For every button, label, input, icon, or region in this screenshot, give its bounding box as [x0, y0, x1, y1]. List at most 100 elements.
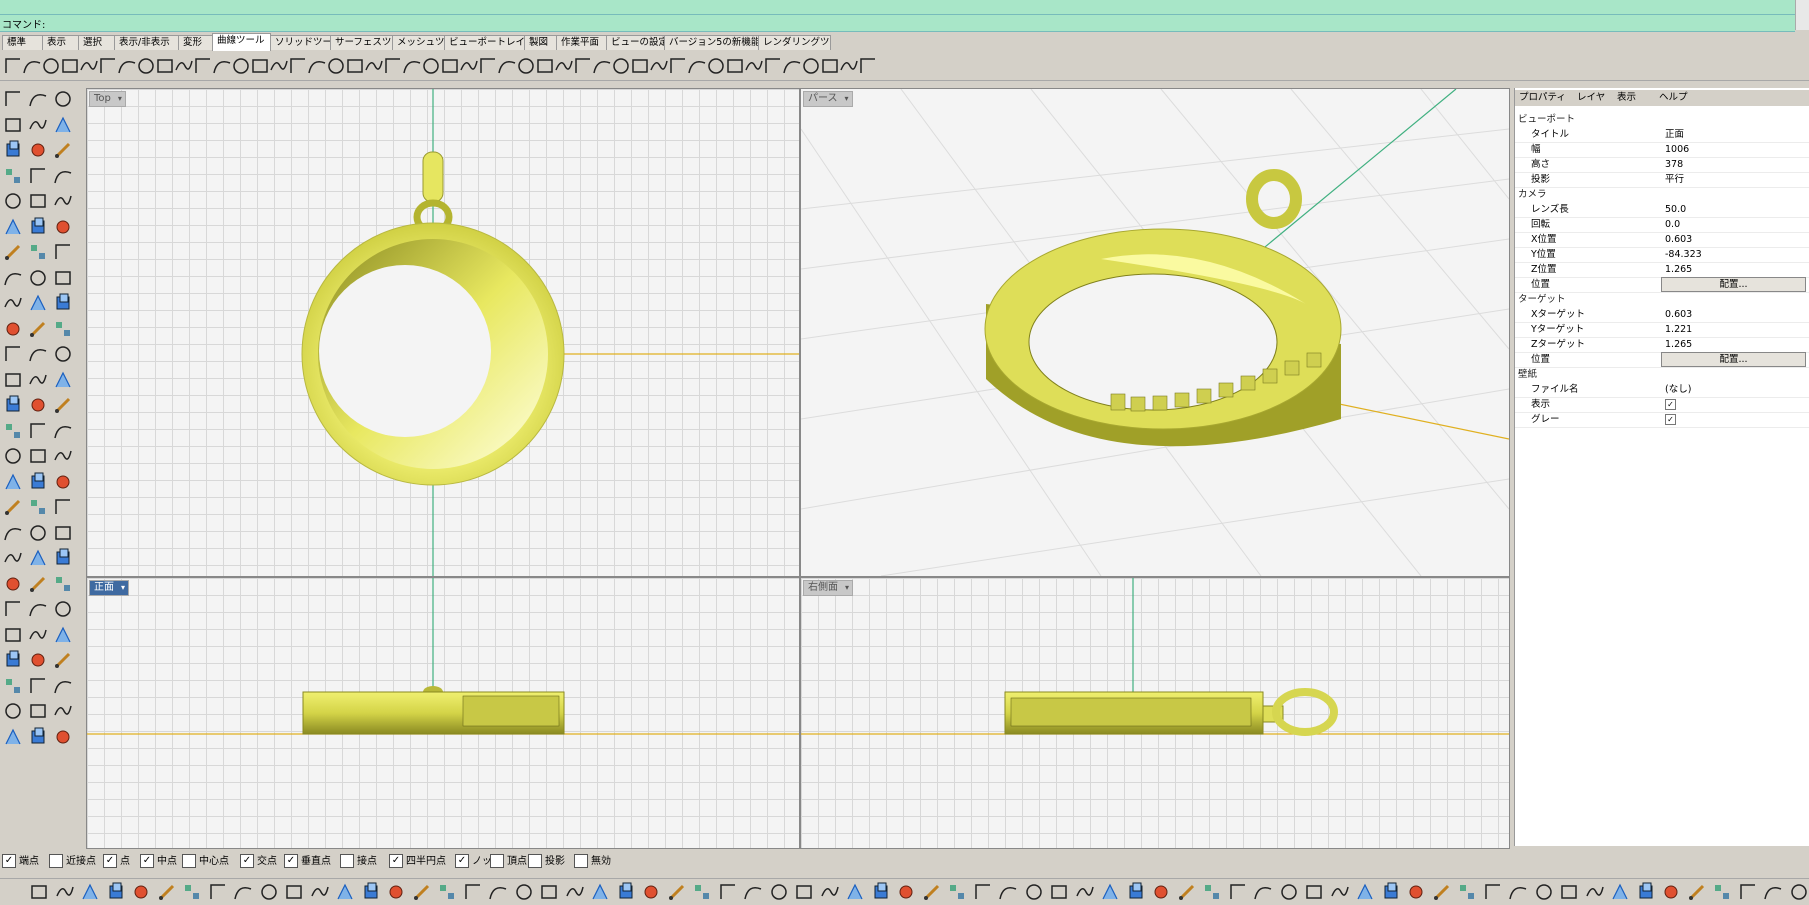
bottom-tool-40[interactable]	[1048, 881, 1070, 903]
left-tool-1-0[interactable]	[2, 114, 24, 136]
osnap-checkbox[interactable]	[574, 854, 588, 868]
left-tool-11-2[interactable]	[52, 369, 74, 391]
left-tool-10-2[interactable]	[52, 343, 74, 365]
osnap-5[interactable]: ✓交点	[240, 854, 277, 870]
bottom-tool-37[interactable]	[972, 881, 994, 903]
left-tool-3-2[interactable]	[52, 165, 74, 187]
viewport-title-top[interactable]: Top▾	[89, 91, 126, 107]
bottom-tool-35[interactable]	[921, 881, 943, 903]
left-tool-16-1[interactable]	[27, 496, 49, 518]
left-tool-0-0[interactable]	[2, 88, 24, 110]
bottom-tool-15[interactable]	[411, 881, 433, 903]
bottom-tool-49[interactable]	[1278, 881, 1300, 903]
osnap-0[interactable]: ✓端点	[2, 854, 39, 870]
tab-5[interactable]: 曲線ツール	[212, 33, 271, 51]
bottom-tool-53[interactable]	[1380, 881, 1402, 903]
bottom-tool-17[interactable]	[462, 881, 484, 903]
osnap-checkbox[interactable]	[340, 854, 354, 868]
property-value[interactable]: 50.0	[1665, 202, 1686, 217]
osnap-checkbox[interactable]: ✓	[140, 854, 154, 868]
left-tool-8-2[interactable]	[52, 292, 74, 314]
left-tool-7-2[interactable]	[52, 267, 74, 289]
left-tool-25-0[interactable]	[2, 726, 24, 748]
bottom-tool-57[interactable]	[1482, 881, 1504, 903]
bottom-tool-22[interactable]	[589, 881, 611, 903]
left-tool-6-2[interactable]	[52, 241, 74, 263]
left-tool-15-2[interactable]	[52, 471, 74, 493]
property-value[interactable]: 平行	[1665, 172, 1684, 187]
left-tool-19-2[interactable]	[52, 573, 74, 595]
tab-2[interactable]: 選択	[78, 35, 115, 50]
bottom-tool-5[interactable]	[156, 881, 178, 903]
left-tool-22-0[interactable]	[2, 649, 24, 671]
bottom-tool-28[interactable]	[742, 881, 764, 903]
property-value[interactable]: (なし)	[1665, 382, 1691, 397]
bottom-tool-48[interactable]	[1252, 881, 1274, 903]
left-tool-20-1[interactable]	[27, 598, 49, 620]
bottom-tool-46[interactable]	[1201, 881, 1223, 903]
left-tool-0-1[interactable]	[27, 88, 49, 110]
bottom-tool-47[interactable]	[1227, 881, 1249, 903]
property-value[interactable]: 1.265	[1665, 262, 1692, 277]
left-tool-11-1[interactable]	[27, 369, 49, 391]
bottom-tool-64[interactable]	[1660, 881, 1682, 903]
left-tool-1-1[interactable]	[27, 114, 49, 136]
bottom-tool-6[interactable]	[181, 881, 203, 903]
bottom-tool-7[interactable]	[207, 881, 229, 903]
bottom-tool-29[interactable]	[768, 881, 790, 903]
left-tool-9-0[interactable]	[2, 318, 24, 340]
osnap-7[interactable]: 接点	[340, 854, 377, 870]
bottom-tool-18[interactable]	[487, 881, 509, 903]
left-tool-0-2[interactable]	[52, 88, 74, 110]
property-value[interactable]: 1.221	[1665, 322, 1692, 337]
osnap-checkbox[interactable]	[528, 854, 542, 868]
property-value[interactable]: 0.603	[1665, 307, 1692, 322]
bottom-tool-25[interactable]	[666, 881, 688, 903]
left-tool-20-2[interactable]	[52, 598, 74, 620]
bottom-tool-32[interactable]	[844, 881, 866, 903]
left-tool-16-2[interactable]	[52, 496, 74, 518]
property-value[interactable]: 1.265	[1665, 337, 1692, 352]
bottom-tool-21[interactable]	[564, 881, 586, 903]
left-tool-3-1[interactable]	[27, 165, 49, 187]
left-tool-13-2[interactable]	[52, 420, 74, 442]
bottom-tool-56[interactable]	[1456, 881, 1478, 903]
left-tool-11-0[interactable]	[2, 369, 24, 391]
left-tool-18-1[interactable]	[27, 547, 49, 569]
tab-8[interactable]: メッシュツール	[392, 35, 445, 50]
viewport-title-right[interactable]: 右側面▾	[803, 580, 853, 596]
property-value[interactable]: 正面	[1665, 127, 1684, 142]
left-tool-24-1[interactable]	[27, 700, 49, 722]
osnap-checkbox[interactable]: ✓	[103, 854, 117, 868]
property-value[interactable]: 0.603	[1665, 232, 1692, 247]
tab-13[interactable]: バージョン5の新機能	[664, 35, 759, 50]
left-tool-16-0[interactable]	[2, 496, 24, 518]
left-tool-4-2[interactable]	[52, 190, 74, 212]
properties-tab-3[interactable]: ヘルプ	[1657, 90, 1690, 105]
tab-11[interactable]: 作業平面	[556, 35, 607, 50]
property-value[interactable]: 0.0	[1665, 217, 1680, 232]
left-tool-15-1[interactable]	[27, 471, 49, 493]
osnap-checkbox[interactable]	[49, 854, 63, 868]
left-tool-12-1[interactable]	[27, 394, 49, 416]
left-tool-5-2[interactable]	[52, 216, 74, 238]
bottom-tool-50[interactable]	[1303, 881, 1325, 903]
left-tool-6-1[interactable]	[27, 241, 49, 263]
bottom-tool-67[interactable]	[1737, 881, 1759, 903]
bottom-tool-33[interactable]	[870, 881, 892, 903]
left-tool-19-1[interactable]	[27, 573, 49, 595]
tab-9[interactable]: ビューポートレイアウト	[444, 35, 525, 50]
bottom-tool-4[interactable]	[130, 881, 152, 903]
bottom-tool-43[interactable]	[1125, 881, 1147, 903]
left-tool-2-2[interactable]	[52, 139, 74, 161]
bottom-tool-19[interactable]	[513, 881, 535, 903]
left-tool-10-0[interactable]	[2, 343, 24, 365]
left-tool-8-1[interactable]	[27, 292, 49, 314]
bottom-tool-31[interactable]	[819, 881, 841, 903]
left-tool-4-0[interactable]	[2, 190, 24, 212]
left-tool-6-0[interactable]	[2, 241, 24, 263]
left-tool-7-1[interactable]	[27, 267, 49, 289]
osnap-checkbox[interactable]	[182, 854, 196, 868]
bottom-tool-61[interactable]	[1584, 881, 1606, 903]
viewport-right[interactable]: 右側面▾	[800, 577, 1510, 849]
